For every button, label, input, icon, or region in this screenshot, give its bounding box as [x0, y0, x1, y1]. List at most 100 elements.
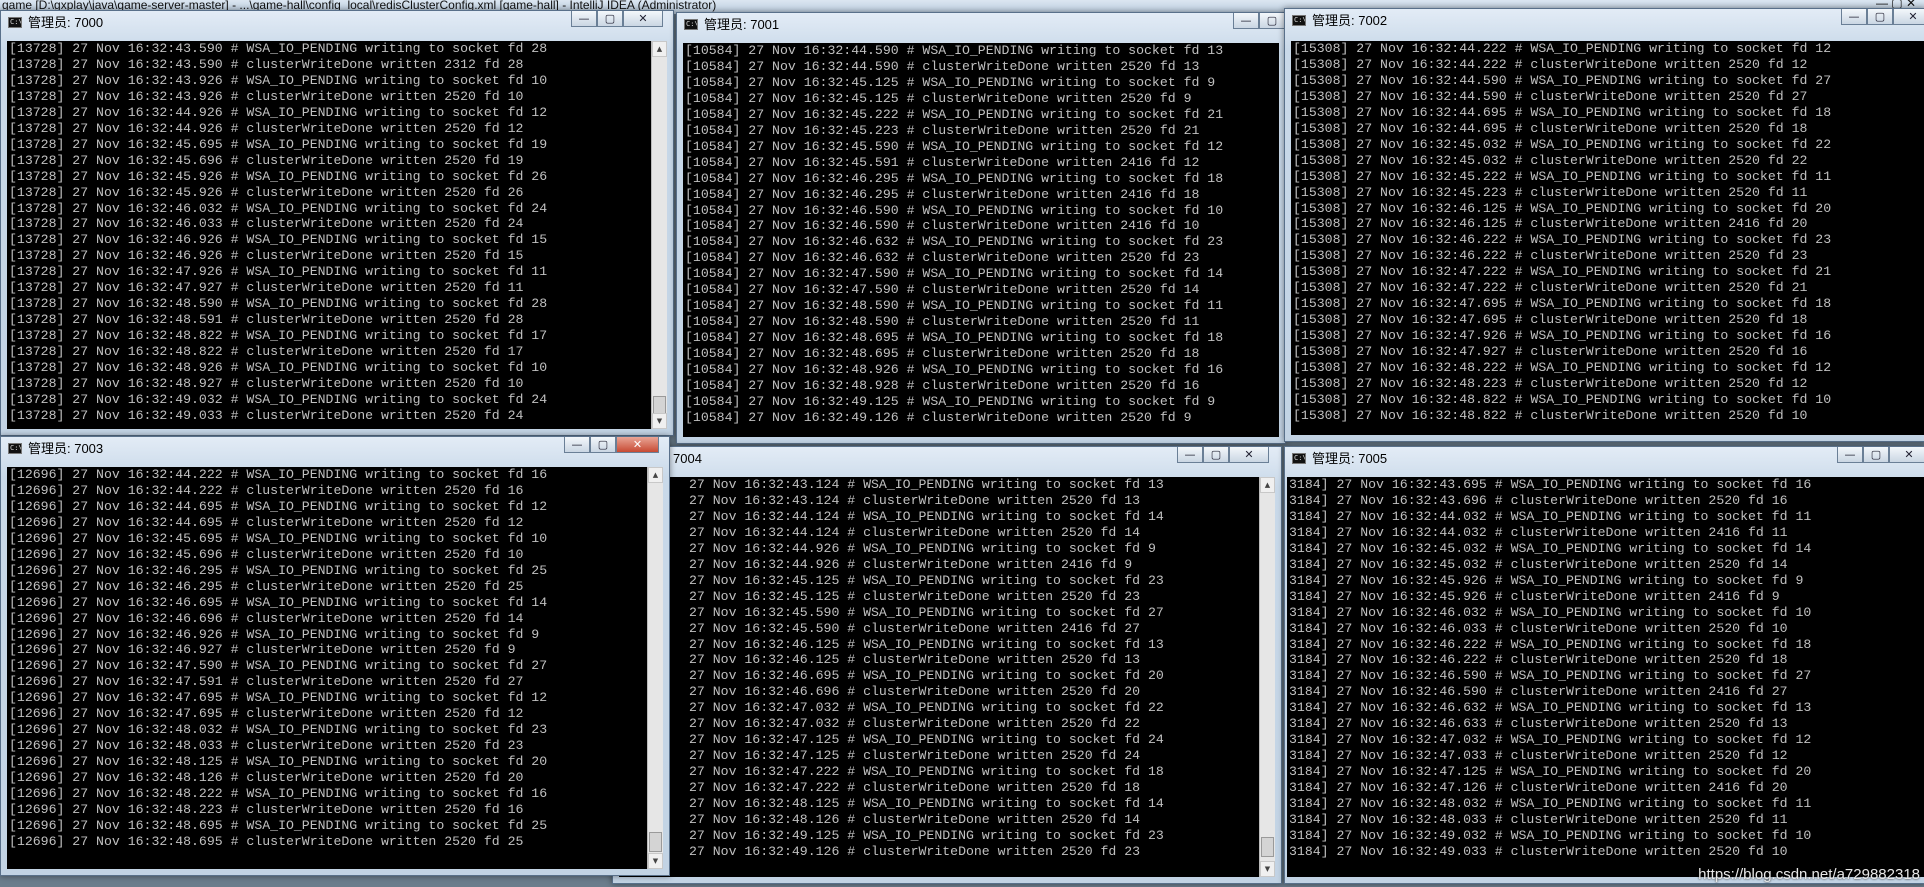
- title-bar[interactable]: C:\ 管理员: 7002 — ▢ ✕: [1285, 9, 1924, 33]
- title-bar[interactable]: C:\ 管理员: 7001 — ▢ ✕: [677, 13, 1285, 37]
- log-line: [13728] 27 Nov 16:32:48.822 # WSA_IO_PEN…: [9, 328, 548, 344]
- title-bar[interactable]: C:\ 管理员: 7005 — ▢ ✕: [1285, 447, 1924, 471]
- log-line: 3184] 27 Nov 16:32:45.032 # clusterWrite…: [1289, 556, 1788, 572]
- console-output[interactable]: 27 Nov 16:32:43.124 # WSA_IO_PENDING wri…: [619, 477, 1275, 877]
- log-line: [13728] 27 Nov 16:32:48.927 # clusterWri…: [9, 376, 524, 392]
- close-button[interactable]: ✕: [1893, 9, 1924, 25]
- log-line: [15308] 27 Nov 16:32:44.695 # clusterWri…: [1293, 120, 1808, 136]
- log-line: [12696] 27 Nov 16:32:44.695 # WSA_IO_PEN…: [9, 498, 548, 514]
- console-window-7005[interactable]: C:\ 管理员: 7005 — ▢ ✕ 3184] 27 Nov 16:32:4…: [1284, 446, 1924, 884]
- log-line: [12696] 27 Nov 16:32:47.695 # WSA_IO_PEN…: [9, 690, 548, 706]
- log-line: [10584] 27 Nov 16:32:46.295 # WSA_IO_PEN…: [685, 170, 1224, 186]
- log-line: 27 Nov 16:32:47.125 # WSA_IO_PENDING wri…: [689, 732, 1164, 748]
- console-window-7000[interactable]: C:\ 管理员: 7000 — ▢ ✕ [13728] 27 Nov 16:32…: [0, 10, 674, 436]
- log-line: [10584] 27 Nov 16:32:46.590 # clusterWri…: [685, 218, 1200, 234]
- minimize-button[interactable]: —: [1177, 447, 1203, 463]
- cmd-icon: C:\: [684, 19, 698, 30]
- console-window-7004[interactable]: 7004 — ▢ ✕ 27 Nov 16:32:43.124 # WSA_IO_…: [612, 446, 1282, 884]
- log-line: [15308] 27 Nov 16:32:48.222 # WSA_IO_PEN…: [1293, 360, 1832, 376]
- vertical-scrollbar[interactable]: ▲ ▼: [647, 467, 663, 869]
- console-output[interactable]: [13728] 27 Nov 16:32:43.590 # WSA_IO_PEN…: [7, 41, 667, 429]
- console-output[interactable]: 3184] 27 Nov 16:32:43.695 # WSA_IO_PENDI…: [1287, 477, 1924, 877]
- log-line: [15308] 27 Nov 16:32:47.695 # clusterWri…: [1293, 312, 1808, 328]
- title-bar[interactable]: C:\ 管理员: 7000 — ▢ ✕: [1, 11, 673, 35]
- minimize-button[interactable]: —: [1233, 13, 1259, 29]
- scroll-thumb[interactable]: [1261, 837, 1274, 857]
- log-lines: [15308] 27 Nov 16:32:44.222 # WSA_IO_PEN…: [1291, 41, 1924, 435]
- minimize-button[interactable]: —: [1837, 447, 1863, 463]
- window-controls: — ▢ ✕: [1837, 447, 1924, 464]
- log-line: [10584] 27 Nov 16:32:46.590 # WSA_IO_PEN…: [685, 202, 1224, 218]
- log-line: 3184] 27 Nov 16:32:47.033 # clusterWrite…: [1289, 748, 1788, 764]
- log-line: [10584] 27 Nov 16:32:44.590 # WSA_IO_PEN…: [685, 43, 1224, 58]
- window-title: 管理员: 7000: [28, 15, 104, 30]
- vertical-scrollbar[interactable]: ▲ ▼: [651, 41, 667, 429]
- scroll-thumb[interactable]: [649, 832, 662, 852]
- vertical-scrollbar[interactable]: ▲ ▼: [1259, 477, 1275, 877]
- title-bar[interactable]: 7004 — ▢ ✕: [613, 447, 1281, 471]
- log-lines: 27 Nov 16:32:43.124 # WSA_IO_PENDING wri…: [619, 477, 1259, 877]
- scroll-up-arrow-icon[interactable]: ▲: [1260, 477, 1275, 493]
- close-button[interactable]: ✕: [623, 11, 663, 27]
- log-line: [10584] 27 Nov 16:32:47.590 # WSA_IO_PEN…: [685, 266, 1224, 282]
- close-button[interactable]: ✕: [1229, 447, 1269, 463]
- ide-window-controls[interactable]: — ▢ ✕: [1876, 0, 1916, 9]
- log-line: [12696] 27 Nov 16:32:47.591 # clusterWri…: [9, 674, 524, 690]
- cmd-icon: C:\: [1292, 15, 1306, 26]
- log-line: [13728] 27 Nov 16:32:49.033 # clusterWri…: [9, 407, 524, 423]
- window-title: 管理员: 7003: [28, 441, 104, 456]
- log-line: [13728] 27 Nov 16:32:47.926 # WSA_IO_PEN…: [9, 264, 548, 280]
- log-line: [10584] 27 Nov 16:32:48.590 # WSA_IO_PEN…: [685, 298, 1224, 314]
- log-line: [10584] 27 Nov 16:32:47.590 # clusterWri…: [685, 282, 1200, 298]
- log-line: 3184] 27 Nov 16:32:44.032 # WSA_IO_PENDI…: [1289, 508, 1812, 524]
- minimize-button[interactable]: —: [1841, 9, 1867, 25]
- console-window-7003[interactable]: C:\ 管理员: 7003 — ▢ ✕ [12696] 27 Nov 16:32…: [0, 436, 670, 876]
- console-window-7002[interactable]: C:\ 管理员: 7002 — ▢ ✕ [15308] 27 Nov 16:32…: [1284, 8, 1924, 442]
- log-line: [15308] 27 Nov 16:32:48.822 # WSA_IO_PEN…: [1293, 391, 1832, 407]
- close-button[interactable]: ✕: [616, 437, 659, 453]
- scroll-down-arrow-icon[interactable]: ▼: [1260, 861, 1275, 877]
- log-line: [12696] 27 Nov 16:32:45.695 # WSA_IO_PEN…: [9, 530, 548, 546]
- window-title: 管理员: 7001: [704, 17, 780, 32]
- scroll-down-arrow-icon[interactable]: ▼: [652, 413, 667, 429]
- console-window-7001[interactable]: C:\ 管理员: 7001 — ▢ ✕ [10584] 27 Nov 16:32…: [676, 12, 1286, 444]
- log-line: 3184] 27 Nov 16:32:47.126 # clusterWrite…: [1289, 780, 1788, 796]
- maximize-button[interactable]: ▢: [1203, 447, 1229, 463]
- log-line: [10584] 27 Nov 16:32:48.695 # clusterWri…: [685, 346, 1200, 362]
- log-line: [12696] 27 Nov 16:32:47.590 # WSA_IO_PEN…: [9, 658, 548, 674]
- log-line: 3184] 27 Nov 16:32:46.222 # WSA_IO_PENDI…: [1289, 636, 1812, 652]
- log-line: [13728] 27 Nov 16:32:43.926 # WSA_IO_PEN…: [9, 72, 548, 88]
- maximize-button[interactable]: ▢: [590, 437, 616, 453]
- maximize-button[interactable]: ▢: [1867, 9, 1893, 25]
- log-line: [12696] 27 Nov 16:32:48.223 # clusterWri…: [9, 802, 524, 818]
- close-button[interactable]: ✕: [1889, 447, 1924, 463]
- log-line: [15308] 27 Nov 16:32:44.590 # clusterWri…: [1293, 88, 1808, 104]
- log-line: [12696] 27 Nov 16:32:46.295 # clusterWri…: [9, 578, 524, 594]
- scroll-up-arrow-icon[interactable]: ▲: [652, 41, 667, 57]
- log-line: [12696] 27 Nov 16:32:48.695 # WSA_IO_PEN…: [9, 817, 548, 833]
- log-line: [13728] 27 Nov 16:32:49.032 # WSA_IO_PEN…: [9, 391, 548, 407]
- title-bar[interactable]: C:\ 管理员: 7003 — ▢ ✕: [1, 437, 669, 461]
- maximize-button[interactable]: ▢: [1259, 13, 1285, 29]
- maximize-button[interactable]: ▢: [597, 11, 623, 27]
- window-controls: — ▢ ✕: [571, 11, 663, 28]
- minimize-button[interactable]: —: [564, 437, 590, 453]
- maximize-button[interactable]: ▢: [1863, 447, 1889, 463]
- log-line: [13728] 27 Nov 16:32:43.590 # clusterWri…: [9, 56, 524, 72]
- log-line: 3184] 27 Nov 16:32:46.590 # clusterWrite…: [1289, 684, 1788, 700]
- scroll-up-arrow-icon[interactable]: ▲: [648, 467, 663, 483]
- log-line: 27 Nov 16:32:49.126 # clusterWriteDone w…: [689, 843, 1141, 859]
- console-output[interactable]: [12696] 27 Nov 16:32:44.222 # WSA_IO_PEN…: [7, 467, 663, 869]
- log-line: 27 Nov 16:32:45.590 # clusterWriteDone w…: [689, 620, 1141, 636]
- log-line: [15308] 27 Nov 16:32:45.222 # WSA_IO_PEN…: [1293, 168, 1832, 184]
- log-line: 3184] 27 Nov 16:32:46.633 # clusterWrite…: [1289, 716, 1788, 732]
- console-output[interactable]: [15308] 27 Nov 16:32:44.222 # WSA_IO_PEN…: [1291, 41, 1924, 435]
- scroll-down-arrow-icon[interactable]: ▼: [648, 853, 663, 869]
- window-controls: — ▢ ✕: [564, 437, 659, 454]
- console-output[interactable]: [10584] 27 Nov 16:32:44.590 # WSA_IO_PEN…: [683, 43, 1279, 437]
- log-line: [10584] 27 Nov 16:32:46.295 # clusterWri…: [685, 186, 1200, 202]
- log-line: [10584] 27 Nov 16:32:44.590 # clusterWri…: [685, 58, 1200, 74]
- log-line: 3184] 27 Nov 16:32:46.033 # clusterWrite…: [1289, 620, 1788, 636]
- minimize-button[interactable]: —: [571, 11, 597, 27]
- log-line: [10584] 27 Nov 16:32:45.591 # clusterWri…: [685, 154, 1200, 170]
